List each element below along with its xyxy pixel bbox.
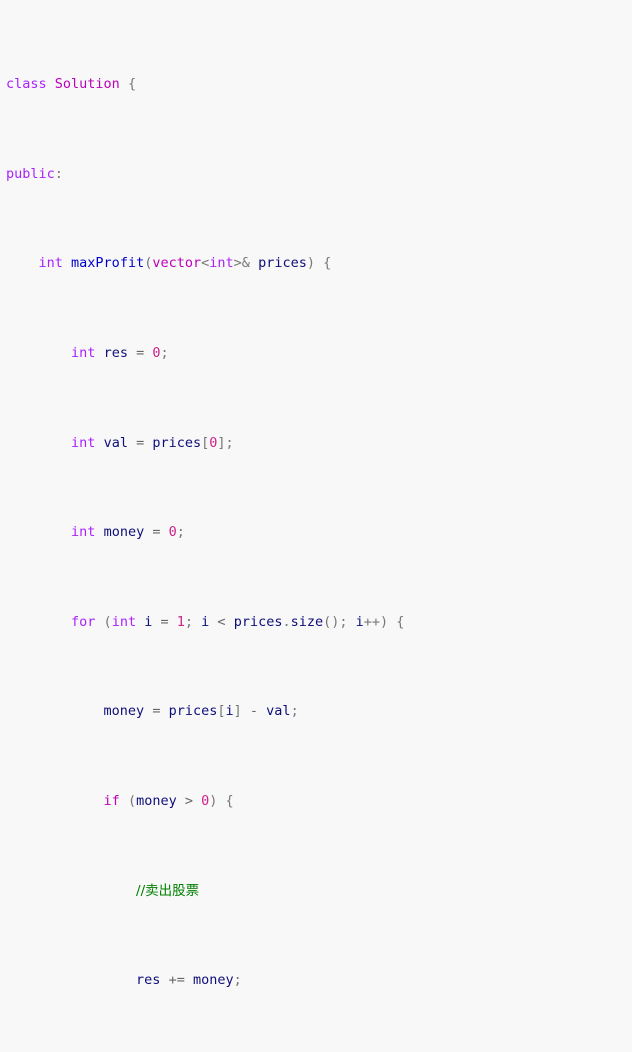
code-line: if (money > 0) { — [6, 790, 632, 812]
var-val: val — [103, 434, 128, 451]
keyword-int: int — [71, 434, 96, 451]
code-line: int res = 0; — [6, 342, 632, 364]
paren-close-brace: ) { — [306, 255, 332, 272]
literal-zero: 0 — [201, 793, 210, 810]
keyword-for: for — [71, 613, 96, 630]
angle-close: > — [233, 255, 242, 272]
paren-open: ( — [95, 613, 112, 630]
paren-close-brace: ) { — [209, 793, 234, 810]
less-than-op: < — [209, 613, 234, 630]
ampersand: & — [241, 255, 250, 272]
var-i: i — [225, 703, 234, 720]
code-line: int money = 0; — [6, 521, 632, 543]
var-money: money — [103, 703, 145, 720]
assign-op: = — [144, 703, 169, 720]
method-size: size — [290, 613, 324, 630]
paren-open: ( — [119, 793, 137, 810]
brace-open: { — [119, 76, 137, 93]
var-i: i — [144, 613, 153, 630]
plus-assign-op: += — [160, 972, 193, 989]
literal-one: 1 — [176, 613, 185, 630]
dot: . — [282, 613, 291, 630]
keyword-int-template: int — [209, 255, 234, 272]
type-vector: vector — [152, 255, 202, 272]
increment-op: ++) { — [363, 613, 405, 630]
bracket-close-semicolon: ]; — [217, 434, 234, 451]
var-res: res — [136, 972, 161, 989]
greater-than-op: > — [176, 793, 202, 810]
semicolon: ; — [160, 345, 169, 362]
bracket-close: ] — [233, 703, 242, 720]
param-prices: prices — [258, 255, 307, 272]
code-line: res += money; — [6, 969, 632, 991]
var-money: money — [103, 524, 145, 541]
assign-op: = — [127, 434, 153, 451]
type-solution: Solution — [54, 76, 120, 93]
keyword-int: int — [38, 255, 63, 272]
keyword-class: class — [6, 76, 47, 93]
keyword-int: int — [71, 345, 96, 362]
literal-zero: 0 — [168, 524, 177, 541]
var-prices: prices — [233, 613, 283, 630]
assign-op: = — [152, 613, 177, 630]
assign-op: = — [127, 345, 153, 362]
assign-op: = — [144, 524, 169, 541]
minus-op: - — [241, 703, 267, 720]
keyword-if: if — [103, 793, 120, 810]
semicolon: ; — [184, 613, 202, 630]
keyword-public: public — [6, 165, 55, 182]
code-line: money = prices[i] - val; — [6, 700, 632, 722]
code-line: //卖出股票 — [6, 880, 632, 902]
var-i: i — [355, 613, 364, 630]
semicolon: ; — [176, 524, 185, 541]
keyword-int: int — [111, 613, 137, 630]
var-val: val — [266, 703, 291, 720]
var-prices: prices — [152, 434, 202, 451]
bracket-open: [ — [217, 703, 226, 720]
call-parens: (); — [323, 613, 356, 630]
keyword-int: int — [71, 524, 96, 541]
var-i: i — [201, 613, 210, 630]
code-line: for (int i = 1; i < prices.size(); i++) … — [6, 611, 632, 633]
semicolon: ; — [233, 972, 242, 989]
colon: : — [54, 165, 63, 182]
code-line: int maxProfit(vector<int>& prices) { — [6, 252, 632, 274]
comment-sell-stock: //卖出股票 — [136, 882, 200, 899]
var-prices: prices — [168, 703, 218, 720]
function-maxprofit: maxProfit — [71, 255, 145, 272]
var-money: money — [136, 793, 177, 810]
semicolon: ; — [290, 703, 299, 720]
code-line: class Solution { — [6, 73, 632, 95]
code-line: int val = prices[0]; — [6, 432, 632, 454]
var-res: res — [103, 345, 128, 362]
var-money: money — [192, 972, 234, 989]
code-editor-content[interactable]: class Solution { public: int maxProfit(v… — [0, 0, 632, 1052]
code-line: public: — [6, 163, 632, 185]
